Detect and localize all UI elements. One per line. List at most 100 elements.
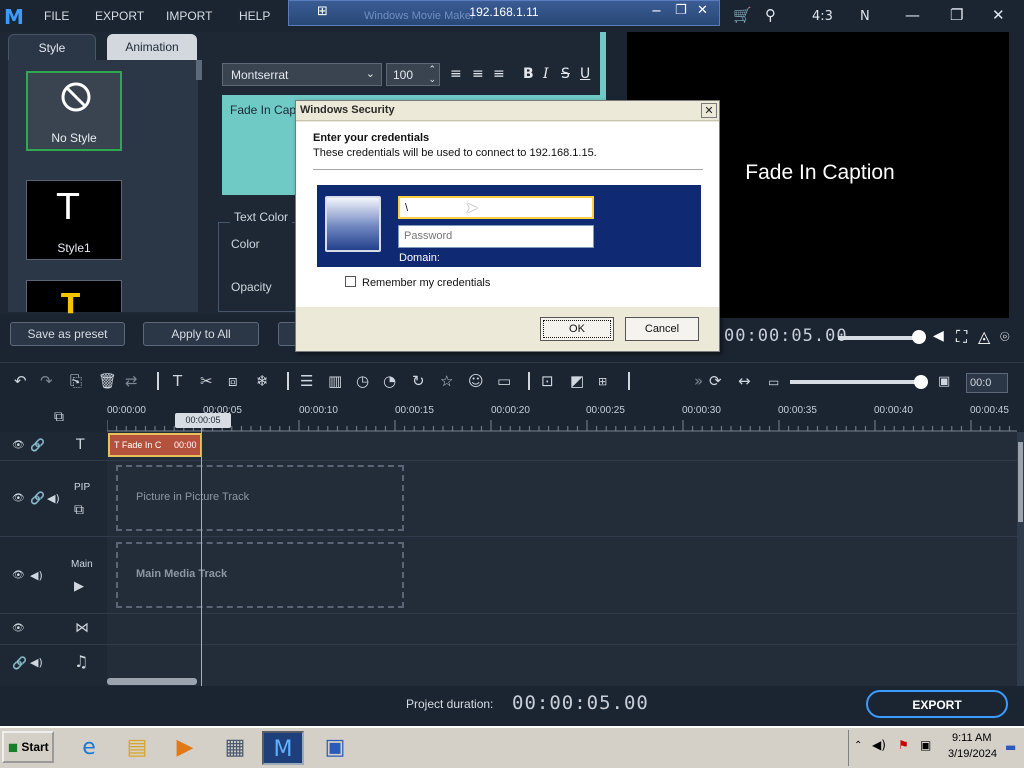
camera-icon[interactable]: ⌾ bbox=[1000, 327, 1010, 347]
aspect-ratio[interactable]: 4:3 bbox=[812, 9, 833, 24]
zoom-value-input[interactable]: 00:0 bbox=[966, 373, 1008, 393]
network-icon[interactable]: ▣ bbox=[920, 738, 931, 752]
zoom-slider[interactable] bbox=[790, 380, 922, 384]
bars-icon[interactable]: ▥ bbox=[328, 372, 342, 390]
start-button[interactable]: ◼ Start bbox=[2, 731, 54, 763]
undo-icon[interactable]: ↶ bbox=[14, 372, 27, 390]
fill-icon[interactable]: ◬ bbox=[978, 327, 990, 346]
timeline-vertical-scrollbar[interactable] bbox=[1017, 432, 1024, 686]
zoom-in-icon[interactable]: ▣ bbox=[938, 374, 950, 389]
eye-icon[interactable]: 👁 bbox=[12, 570, 25, 581]
menu-import[interactable]: IMPORT bbox=[166, 9, 212, 23]
maximize-icon[interactable]: ❐ bbox=[950, 6, 963, 24]
volume-slider-knob[interactable] bbox=[912, 330, 926, 344]
font-size-stepper[interactable]: 100 ⌃ ⌄ bbox=[386, 63, 440, 86]
rdp-close-icon[interactable]: ✕ bbox=[697, 3, 708, 18]
font-family-select[interactable]: Montserrat ⌄ bbox=[222, 63, 382, 86]
speaker-icon[interactable]: ◀ bbox=[933, 328, 944, 344]
transition-track[interactable] bbox=[107, 614, 1017, 644]
caption-clip[interactable]: T Fade In C 00:00 bbox=[108, 433, 202, 457]
timeline-horizontal-scrollbar[interactable] bbox=[107, 678, 197, 685]
eye-icon[interactable]: 👁 bbox=[12, 440, 25, 451]
username-input[interactable]: \ bbox=[398, 196, 594, 219]
copy-icon[interactable]: ⎘ bbox=[70, 372, 82, 390]
clock-date[interactable]: 3/19/2024 bbox=[948, 748, 997, 760]
link-icon[interactable]: 🔗 bbox=[12, 656, 27, 670]
fit-icon[interactable]: ↔ bbox=[738, 372, 751, 390]
menu-help[interactable]: HELP bbox=[239, 9, 270, 23]
add-track-icon[interactable]: ⧉ bbox=[54, 409, 64, 425]
refresh-icon[interactable]: ⟳ bbox=[709, 372, 722, 390]
speaker-icon[interactable]: ◀) bbox=[30, 569, 43, 582]
pip-icon[interactable]: ◩ bbox=[570, 372, 584, 390]
style-card-none[interactable]: No Style bbox=[26, 71, 122, 151]
freeze-icon[interactable]: ❄ bbox=[256, 372, 269, 390]
person-icon[interactable]: ☺ bbox=[468, 372, 484, 390]
style-list-scrollbar[interactable] bbox=[196, 60, 202, 80]
menu-export[interactable]: EXPORT bbox=[95, 9, 144, 23]
export-button[interactable]: EXPORT bbox=[866, 690, 1008, 718]
text-tool-icon[interactable]: T bbox=[173, 372, 182, 390]
calculator-icon[interactable]: ▦ bbox=[214, 731, 256, 765]
volume-slider[interactable] bbox=[838, 336, 922, 340]
media-player-icon[interactable]: ▶ bbox=[164, 731, 206, 765]
rdp-restore-icon[interactable]: ❐ bbox=[675, 3, 687, 18]
crop-split-icon[interactable]: ⧈ bbox=[228, 372, 238, 390]
rdp-minimize-icon[interactable]: − bbox=[651, 4, 662, 19]
playhead-marker[interactable]: 00:00:05 bbox=[175, 413, 231, 428]
style-card-style1[interactable]: T Style1 bbox=[26, 180, 122, 260]
adjust-icon[interactable]: ☰ bbox=[300, 372, 313, 390]
strikethrough-icon[interactable]: S bbox=[561, 66, 570, 82]
remote-desktop-icon[interactable]: ▣ bbox=[314, 731, 356, 765]
zoom-slider-knob[interactable] bbox=[914, 375, 928, 389]
align-center-icon[interactable]: ≡ bbox=[472, 66, 484, 82]
underline-icon[interactable]: U bbox=[580, 66, 590, 82]
expand-icon[interactable]: » bbox=[694, 372, 703, 390]
close-icon[interactable]: ✕ bbox=[992, 6, 1005, 24]
menu-file[interactable]: FILE bbox=[44, 9, 69, 23]
eye-icon[interactable]: 👁 bbox=[12, 623, 25, 634]
speaker-icon[interactable]: ◀) bbox=[30, 656, 43, 669]
link-icon[interactable]: 🔗 bbox=[30, 438, 45, 452]
link-icon[interactable]: 🔗 bbox=[30, 491, 45, 505]
eye-icon[interactable]: 👁 bbox=[12, 493, 25, 504]
zoom-out-icon[interactable]: ▭ bbox=[768, 375, 779, 389]
duration-icon[interactable]: ◷ bbox=[356, 372, 369, 390]
redo-icon[interactable]: ↷ bbox=[40, 372, 53, 390]
password-input[interactable]: Password bbox=[398, 225, 594, 248]
dialog-close-icon[interactable]: ✕ bbox=[701, 103, 717, 118]
clock-time[interactable]: 9:11 AM bbox=[952, 732, 992, 744]
align-left-icon[interactable]: ≡ bbox=[450, 66, 462, 82]
effects-icon[interactable]: ☆ bbox=[440, 372, 453, 390]
cancel-button[interactable]: Cancel bbox=[625, 317, 699, 341]
align-right-icon[interactable]: ≡ bbox=[493, 66, 505, 82]
italic-icon[interactable]: I bbox=[543, 66, 549, 82]
tab-animation[interactable]: Animation bbox=[107, 34, 197, 60]
action-center-icon[interactable]: ⚑ bbox=[898, 738, 909, 752]
replace-icon[interactable]: ⇄ bbox=[125, 372, 138, 390]
notification-badge[interactable]: N bbox=[860, 9, 870, 24]
speaker-icon[interactable]: ◀) bbox=[47, 492, 60, 505]
tray-expand-icon[interactable]: ⌃ bbox=[854, 740, 862, 751]
mosaic-icon[interactable]: ▭ bbox=[497, 372, 511, 390]
delete-icon[interactable]: 🗑 bbox=[98, 372, 117, 390]
style-card-style2[interactable]: T bbox=[26, 280, 122, 320]
internet-explorer-icon[interactable]: e bbox=[68, 731, 110, 765]
text-track[interactable] bbox=[107, 432, 1017, 460]
show-desktop-icon[interactable]: ▬ bbox=[1005, 740, 1016, 754]
speed-icon[interactable]: ◔ bbox=[383, 372, 396, 390]
split-icon[interactable]: ✂ bbox=[200, 372, 213, 390]
save-as-preset-button[interactable]: Save as preset bbox=[10, 322, 125, 346]
remember-credentials-checkbox[interactable]: Remember my credentials bbox=[345, 276, 490, 289]
rotate-icon[interactable]: ↻ bbox=[412, 372, 425, 390]
music-track[interactable] bbox=[107, 645, 1017, 686]
volume-icon[interactable]: ◀) bbox=[872, 738, 886, 752]
explorer-folder-icon[interactable]: ▤ bbox=[116, 731, 158, 765]
search-icon[interactable]: ⚲ bbox=[765, 6, 776, 24]
pin-icon[interactable]: ⊞ bbox=[317, 4, 328, 19]
movie-maker-taskbar-icon[interactable]: M bbox=[262, 731, 304, 765]
cart-icon[interactable]: 🛒 bbox=[733, 6, 752, 24]
ok-button[interactable]: OK bbox=[540, 317, 614, 341]
aspect-icon[interactable]: ⊞ bbox=[598, 375, 607, 388]
scrollbar-thumb[interactable] bbox=[1018, 442, 1023, 522]
